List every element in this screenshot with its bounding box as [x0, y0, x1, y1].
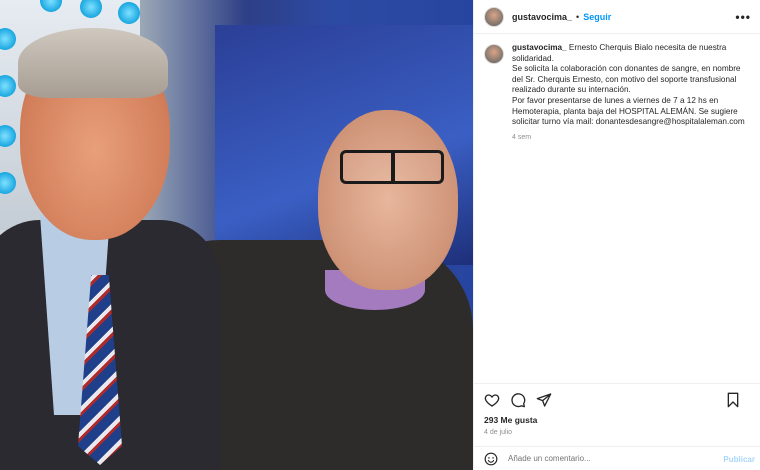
comment-bar: Publicar	[474, 446, 760, 470]
post-side-panel: gustavocima_ • Seguir ••• gustavocima_ E…	[473, 0, 760, 470]
separator-dot: •	[576, 11, 580, 22]
username-link[interactable]: gustavocima_	[512, 12, 572, 22]
post-actions	[474, 383, 760, 415]
post-header: gustavocima_ • Seguir •••	[474, 0, 760, 34]
share-icon[interactable]	[536, 392, 552, 408]
caption-text: Ernesto Cherquis Bialo necesita de nuest…	[568, 43, 727, 52]
emoji-icon[interactable]	[484, 452, 498, 466]
heart-icon[interactable]	[484, 392, 500, 408]
bookmark-icon[interactable]	[725, 392, 741, 408]
caption-username[interactable]: gustavocima_	[512, 43, 567, 52]
caption: gustavocima_ Ernesto Cherquis Bialo nece…	[484, 43, 754, 143]
post-date[interactable]: 4 de julio	[484, 429, 512, 436]
caption-line: del Sr. Cherquis Ernesto, con motivo del…	[512, 74, 737, 84]
caption-line: realizado durante su internación.	[512, 85, 631, 95]
left-person-hair	[18, 28, 168, 98]
more-options-icon[interactable]: •••	[735, 10, 751, 24]
caption-line: Por favor presentarse de lunes a viernes…	[512, 95, 719, 105]
caption-line: Hemoterapia, planta baja del HOSPITAL AL…	[512, 106, 738, 116]
caption-line: solicitar turno vía mail: donantesdesang…	[512, 117, 745, 127]
publish-button[interactable]: Publicar	[723, 455, 755, 464]
caption-line: Se solicita la colaboración con donantes…	[512, 64, 741, 74]
right-person-face	[318, 110, 458, 290]
post-photo[interactable]	[0, 0, 473, 470]
comment-icon[interactable]	[510, 392, 526, 408]
avatar[interactable]	[484, 6, 504, 27]
caption-line: gustavocima_ Ernesto Cherquis Bialo nece…	[512, 43, 752, 54]
caption-body: gustavocima_ Ernesto Cherquis Bialo nece…	[512, 43, 752, 143]
likes-count[interactable]: 293 Me gusta	[484, 415, 537, 425]
follow-button[interactable]: Seguir	[583, 12, 611, 22]
glasses	[340, 150, 444, 184]
studio-light-dot	[118, 2, 140, 24]
comment-input[interactable]	[508, 454, 708, 463]
avatar[interactable]	[484, 44, 504, 64]
caption-timestamp[interactable]: 4 sem	[512, 133, 752, 144]
caption-line: solidaridad.	[512, 53, 554, 63]
